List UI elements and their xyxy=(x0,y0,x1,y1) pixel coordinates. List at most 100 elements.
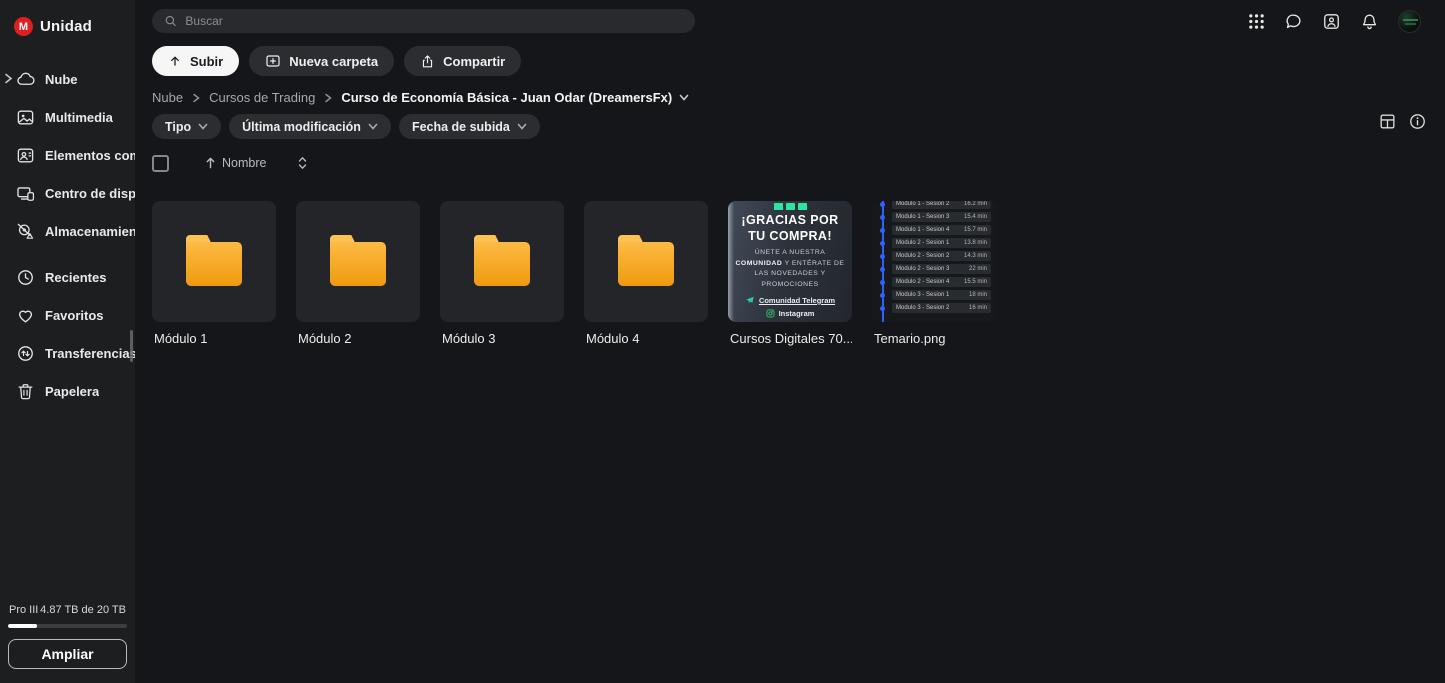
image-thumbnail: Modulo 1 - Sesion 216.2 min Modulo 1 - S… xyxy=(872,201,996,322)
app-name: Unidad xyxy=(40,18,92,35)
sidebar: M Unidad Nube Multimedia Elementos compa… xyxy=(0,0,135,683)
image-card-cursos-digitales[interactable]: ¡GRACIAS POR TU COMPRA! ÚNETE A NUESTRA … xyxy=(728,201,852,346)
sidebar-item-label: Recientes xyxy=(45,270,106,285)
temario-row: Modulo 1 - Sesion 315.4 min xyxy=(892,212,991,222)
breadcrumb-item-nube[interactable]: Nube xyxy=(152,90,183,105)
new-folder-button[interactable]: Nueva carpeta xyxy=(249,46,394,76)
storage-widget: Pro III 4.87 TB de 20 TB Ampliar xyxy=(0,604,135,683)
grid-view-icon[interactable] xyxy=(1378,112,1397,131)
temario-row: Modulo 3 - Sesion 216 min xyxy=(892,303,991,313)
temario-row: Modulo 3 - Sesion 118 min xyxy=(892,290,991,300)
cropped-green-logo xyxy=(770,203,810,210)
image-card-temario[interactable]: Modulo 1 - Sesion 216.2 min Modulo 1 - S… xyxy=(872,201,996,346)
temario-row: Modulo 2 - Sesion 214.3 min xyxy=(892,251,991,261)
devices-icon xyxy=(16,184,35,203)
sidebar-item-elementos-compartidos[interactable]: Elementos compartidos xyxy=(0,136,135,174)
contacts-icon[interactable] xyxy=(1322,12,1341,31)
info-icon[interactable] xyxy=(1408,112,1427,131)
filter-chips: Tipo Última modificación Fecha de subida xyxy=(152,114,1445,139)
folder-card-modulo-1[interactable]: Módulo 1 xyxy=(152,201,276,346)
storage-progress-track xyxy=(8,624,127,628)
filter-label: Fecha de subida xyxy=(412,120,510,134)
search-icon xyxy=(164,14,177,28)
breadcrumb-current-folder[interactable]: Curso de Economía Básica - Juan Odar (Dr… xyxy=(341,90,689,105)
item-name: Módulo 3 xyxy=(440,331,564,346)
filter-tipo[interactable]: Tipo xyxy=(152,114,221,139)
temario-row: Modulo 2 - Sesion 113.8 min xyxy=(892,238,991,248)
app-logo[interactable]: M Unidad xyxy=(0,0,135,36)
file-grid: Módulo 1 Módulo 2 Módulo 3 Módulo 4 xyxy=(152,201,1445,346)
chevron-down-icon xyxy=(198,123,208,130)
sort-arrow-up-icon xyxy=(205,157,216,169)
search-input[interactable] xyxy=(185,14,683,28)
notifications-bell-icon[interactable] xyxy=(1360,12,1379,31)
chevron-right-icon xyxy=(4,73,13,84)
transfers-icon xyxy=(16,344,35,363)
share-button[interactable]: Compartir xyxy=(404,46,521,76)
sidebar-item-label: Transferencias xyxy=(45,346,135,361)
folder-plus-icon xyxy=(265,53,281,69)
sidebar-item-label: Multimedia xyxy=(45,110,113,125)
sidebar-item-centro-de-dispositivos[interactable]: Centro de dispositivos xyxy=(0,174,135,212)
sidebar-item-multimedia[interactable]: Multimedia xyxy=(0,98,135,136)
chevron-right-icon xyxy=(324,93,332,103)
view-controls xyxy=(1378,112,1427,131)
instagram-icon xyxy=(766,309,775,318)
folder-icon xyxy=(186,242,242,286)
sidebar-scrollbar[interactable] xyxy=(130,330,133,362)
item-name: Cursos Digitales 70... xyxy=(728,331,852,346)
sort-toggle-icon[interactable] xyxy=(298,156,307,170)
filter-ultima-modificacion[interactable]: Última modificación xyxy=(229,114,391,139)
trash-icon xyxy=(16,382,35,401)
instagram-link: Instagram xyxy=(728,309,852,318)
list-header: Nombre xyxy=(152,152,1445,174)
folder-card-modulo-2[interactable]: Módulo 2 xyxy=(296,201,420,346)
chevron-right-icon xyxy=(192,93,200,103)
user-avatar[interactable] xyxy=(1398,10,1421,33)
folder-icon xyxy=(330,242,386,286)
folder-card-modulo-3[interactable]: Módulo 3 xyxy=(440,201,564,346)
cloud-icon xyxy=(16,70,35,89)
thumb-title-line: TU COMPRA! xyxy=(728,229,852,245)
sidebar-item-almacenamiento[interactable]: Almacenamiento xyxy=(0,212,135,250)
sidebar-item-label: Nube xyxy=(45,72,78,87)
eye-slash-warning-icon xyxy=(16,222,35,241)
sidebar-item-label: Papelera xyxy=(45,384,99,399)
sidebar-nav: Nube Multimedia Elementos compartidos Ce… xyxy=(0,60,135,410)
temario-row: Modulo 1 - Sesion 415.7 min xyxy=(892,225,991,235)
folder-tile xyxy=(152,201,276,322)
folder-tile xyxy=(296,201,420,322)
main-content: Subir Nueva carpeta Compartir Nube Curso… xyxy=(135,0,1445,683)
search-bar[interactable] xyxy=(152,9,695,33)
gracias-thumbnail: ¡GRACIAS POR TU COMPRA! ÚNETE A NUESTRA … xyxy=(728,201,852,322)
item-name: Módulo 1 xyxy=(152,331,276,346)
heart-icon xyxy=(16,306,35,325)
breadcrumb: Nube Cursos de Trading Curso de Economía… xyxy=(152,89,1445,106)
filter-fecha-de-subida[interactable]: Fecha de subida xyxy=(399,114,540,139)
sidebar-item-transferencias[interactable]: Transferencias xyxy=(0,334,135,372)
sidebar-item-papelera[interactable]: Papelera xyxy=(0,372,135,410)
sidebar-item-nube[interactable]: Nube xyxy=(0,60,135,98)
new-folder-button-label: Nueva carpeta xyxy=(289,54,378,69)
chat-icon[interactable] xyxy=(1284,12,1303,31)
storage-usage: 4.87 TB de 20 TB xyxy=(40,604,126,616)
apps-grid-icon[interactable] xyxy=(1248,13,1265,30)
chevron-down-icon xyxy=(517,123,527,130)
temario-thumbnail: Modulo 1 - Sesion 216.2 min Modulo 1 - S… xyxy=(872,201,996,322)
sidebar-item-recientes[interactable]: Recientes xyxy=(0,258,135,296)
upload-button-label: Subir xyxy=(190,54,223,69)
temario-row: Modulo 2 - Sesion 322 min xyxy=(892,264,991,274)
sort-by-name[interactable]: Nombre xyxy=(205,156,266,170)
clock-icon xyxy=(16,268,35,287)
chevron-down-icon xyxy=(368,123,378,130)
folder-tile xyxy=(440,201,564,322)
select-all-checkbox[interactable] xyxy=(152,155,169,172)
breadcrumb-current-label: Curso de Economía Básica - Juan Odar (Dr… xyxy=(341,90,672,105)
upgrade-button[interactable]: Ampliar xyxy=(8,639,127,669)
top-icon-group xyxy=(1248,10,1445,33)
upload-button[interactable]: Subir xyxy=(152,46,239,76)
sidebar-section-gap xyxy=(0,250,135,258)
folder-card-modulo-4[interactable]: Módulo 4 xyxy=(584,201,708,346)
breadcrumb-item-cursos[interactable]: Cursos de Trading xyxy=(209,90,315,105)
sidebar-item-favoritos[interactable]: Favoritos xyxy=(0,296,135,334)
